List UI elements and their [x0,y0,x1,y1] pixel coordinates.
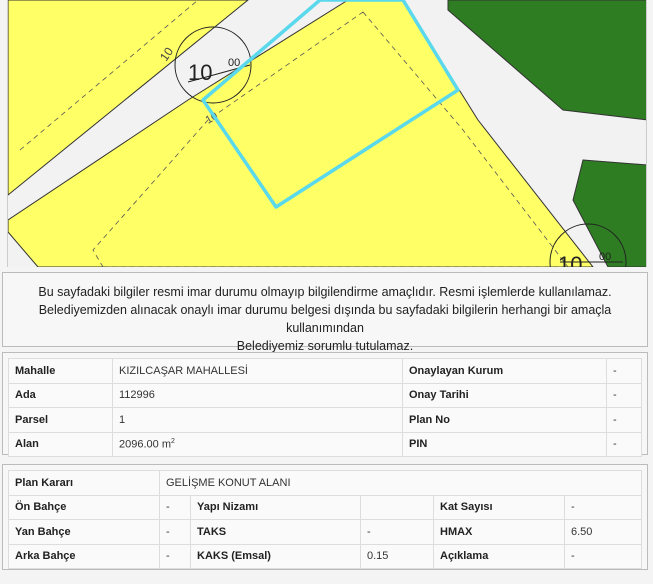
zoning-map[interactable]: 10 10 00 10 10 00 [7,0,647,267]
contour-label-big: 10 [188,60,212,85]
table-row: Mahalle KIZILCAŞAR MAHALLESİ Onaylayan K… [8,358,642,384]
alan-value: 2096.00 m [119,438,171,451]
pin-label: PIN [402,431,607,457]
table-row: Ön Bahçe - Yapı Nizamı Kat Sayısı - [8,494,642,520]
taks-value: - [360,519,434,545]
table-row: Yan Bahçe - TAKS - HMAX 6.50 [8,519,642,545]
onay-tarihi-label: Onay Tarihi [402,382,607,408]
plan-info-panel: Plan Kararı GELİŞME KONUT ALANI Ön Bahçe… [2,464,648,570]
yapi-nizami-label: Yapı Nizamı [190,494,361,520]
mahalle-label: Mahalle [8,358,113,384]
table-row: Alan 2096.00 m2 PIN - [8,431,642,457]
plan-no-label: Plan No [402,407,607,433]
contour-label-sup-2: 00 [599,251,611,263]
zoning-map-canvas[interactable]: 10 10 00 10 10 00 [8,0,647,267]
on-bahce-value: - [159,494,191,520]
alan-label: Alan [8,431,113,457]
plan-karari-label: Plan Kararı [8,470,160,496]
onaylayan-label: Onaylayan Kurum [402,358,607,384]
table-row: Parsel 1 Plan No - [8,407,642,433]
contour-label-sup: 00 [228,57,240,69]
parsel-value: 1 [112,407,403,433]
taks-label: TAKS [190,519,361,545]
yan-bahce-label: Yan Bahçe [8,519,160,545]
contour-label-big-2: 10 [558,252,582,267]
table-row: Ada 112996 Onay Tarihi - [8,382,642,408]
kat-sayisi-value: - [564,494,642,520]
kat-sayisi-label: Kat Sayısı [433,494,565,520]
plan-no-value: - [606,407,642,433]
onay-tarihi-value: - [606,382,642,408]
parsel-label: Parsel [8,407,113,433]
parcel-info-table: Mahalle KIZILCAŞAR MAHALLESİ Onaylayan K… [8,358,642,457]
on-bahce-label: Ön Bahçe [8,494,160,520]
ada-label: Ada [8,382,113,408]
hmax-value: 6.50 [564,519,642,545]
onaylayan-value: - [606,358,642,384]
plan-karari-value: GELİŞME KONUT ALANI [159,470,642,496]
arka-bahce-value: - [159,543,191,569]
disclaimer-line-1: Bu sayfadaki bilgiler resmi imar durumu … [38,285,612,299]
alan-unit-sup: 2 [170,437,175,445]
yan-bahce-value: - [159,519,191,545]
table-row: Plan Kararı GELİŞME KONUT ALANI [8,470,642,496]
aciklama-value: - [564,543,642,569]
disclaimer-notice: Bu sayfadaki bilgiler resmi imar durumu … [2,272,648,353]
kaks-label: KAKS (Emsal) [190,543,361,569]
pin-value: - [606,431,642,457]
plan-info-table: Plan Kararı GELİŞME KONUT ALANI Ön Bahçe… [8,470,642,569]
yapi-nizami-value [360,494,434,520]
mahalle-value: KIZILCAŞAR MAHALLESİ [112,358,403,384]
arka-bahce-label: Arka Bahçe [8,543,160,569]
hmax-label: HMAX [433,519,565,545]
alan-cell: 2096.00 m2 [112,431,403,457]
table-row: Arka Bahçe - KAKS (Emsal) 0.15 Açıklama … [8,543,642,569]
disclaimer-line-2: Belediyemizden alınacak onaylı imar duru… [38,303,612,335]
aciklama-label: Açıklama [433,543,565,569]
kaks-value: 0.15 [360,543,434,569]
ada-value: 112996 [112,382,403,408]
parcel-info-panel: Mahalle KIZILCAŞAR MAHALLESİ Onaylayan K… [2,352,648,457]
